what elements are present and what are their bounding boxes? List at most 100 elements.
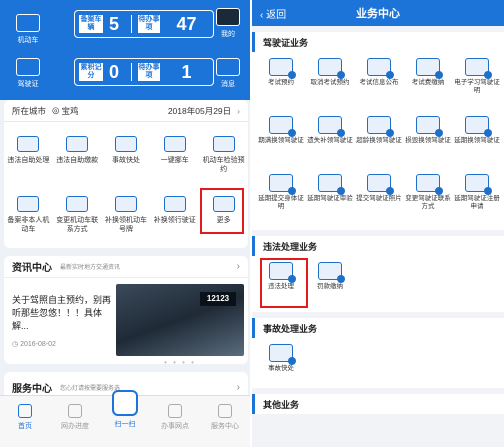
service-row2-2[interactable]: 补换领机动车号牌 xyxy=(102,196,151,234)
sec1-item-1-icon xyxy=(318,58,345,79)
car-todo-count: 47 xyxy=(176,13,197,34)
license-entry[interactable]: 驾驶证 xyxy=(8,58,48,89)
sec2-item-0-label: 违法处理 xyxy=(268,283,294,290)
service-row1-4[interactable]: 机动车检验预约 xyxy=(199,136,248,174)
bottom-tab-bar: 首页 网办进度 扫一扫 办事网点 服务中心 xyxy=(0,390,250,447)
city-services-card: 所在城市 ◎ 宝鸡 2018年05月29日 › 违法自助处理 违法自助缴款 事故快处… xyxy=(4,100,248,248)
back-button[interactable]: ‹ 返回 xyxy=(252,6,312,21)
message-entry[interactable]: 消息 xyxy=(208,58,248,89)
registered-cars-count: 5 xyxy=(108,13,119,34)
news-header[interactable]: 资讯中心 最新实时地方交通资讯 › xyxy=(4,256,248,278)
service-row-1: 违法自助处理 违法自助缴款 事故快处 一键挪车 机动车检验预约 xyxy=(4,136,248,174)
sec1-item-0-icon xyxy=(269,58,296,79)
sec1-item-0[interactable]: 考试预约 xyxy=(256,58,306,87)
sec1-item-10-icon xyxy=(269,174,296,195)
sec1-item-2[interactable]: 考试信息公布 xyxy=(354,58,404,87)
sec1-item-9[interactable]: 延期换领驾驶证 xyxy=(452,116,502,145)
message-label: 消息 xyxy=(221,81,235,88)
service-row1-3[interactable]: 一键挪车 xyxy=(150,136,199,174)
news-title: 资讯中心 xyxy=(12,263,52,274)
sec1-item-3-icon xyxy=(416,58,443,79)
points-count: 0 xyxy=(108,61,119,82)
sec1-item-13[interactable]: 变更驾驶证联系方式 xyxy=(403,174,453,211)
location-icon: ◎ xyxy=(52,105,60,115)
sec1-item-2-label: 考试信息公布 xyxy=(359,79,399,86)
service-row1-1[interactable]: 违法自助缴款 xyxy=(53,136,102,174)
section-title-accident: 事故处理业务 xyxy=(252,318,504,338)
service-icon xyxy=(218,404,232,418)
sec2-item-1[interactable]: 罚款缴纳 xyxy=(305,262,355,291)
service-row2-2-icon xyxy=(114,196,137,212)
scan-icon xyxy=(112,390,138,416)
sec1-item-11[interactable]: 延期驾驶证审验 xyxy=(305,174,355,203)
section-title-other: 其他业务 xyxy=(252,394,504,414)
license-icon xyxy=(16,58,40,76)
service-row1-0[interactable]: 违法自助处理 xyxy=(4,136,53,174)
registered-cars-label: 备案车辆 xyxy=(79,15,103,33)
clock-icon: ◷ xyxy=(12,341,21,348)
my-entry[interactable]: 我的 xyxy=(208,8,248,39)
license-services-grid: 考试预约 取消考试预约 考试信息公布 考试费缴纳 电子学习驾驶证明期满换领驾驶证 遗失补领… xyxy=(252,52,504,230)
news-photo[interactable]: 12123 xyxy=(116,284,244,356)
sec1-item-3[interactable]: 考试费缴纳 xyxy=(403,58,453,87)
news-date-row: ◷ 2016-08-02 xyxy=(12,340,56,348)
sec1-item-7[interactable]: 超龄换领驾驶证 xyxy=(354,116,404,145)
tab-home[interactable]: 首页 xyxy=(0,396,50,447)
sec1-item-12-label: 提交驾驶证照片 xyxy=(356,195,402,202)
sec1-item-3-label: 考试费缴纳 xyxy=(411,79,445,86)
sec1-item-8-icon xyxy=(416,116,443,137)
sec1-item-4[interactable]: 电子学习驾驶证明 xyxy=(452,58,502,95)
tab-scan[interactable]: 扫一扫 xyxy=(100,390,150,447)
business-center-screen: ‹ 返回 业务中心 驾驶证业务 考试预约 取消考试预约 考试信息公布 考试费缴纳 电子学… xyxy=(252,0,504,447)
sec1-item-1-label: 取消考试预约 xyxy=(310,79,350,86)
sec1-item-14-icon xyxy=(465,174,492,195)
sec1-item-10[interactable]: 延期提交身体证明 xyxy=(256,174,306,211)
tab-service[interactable]: 服务中心 xyxy=(200,396,250,447)
service-row2-1[interactable]: 变更机动车联系方式 xyxy=(53,196,102,234)
city-row[interactable]: 所在城市 ◎ 宝鸡 2018年05月29日 › xyxy=(4,100,248,122)
service-row2-3-label: 补换领行驶证 xyxy=(153,217,196,224)
sec1-item-1[interactable]: 取消考试预约 xyxy=(305,58,355,87)
violation-services-grid: 违法处理 罚款缴纳 xyxy=(252,256,504,312)
license-todo-label: 待办事项 xyxy=(138,63,160,81)
sec1-item-5[interactable]: 期满换领驾驶证 xyxy=(256,116,306,145)
city-name: 宝鸡 xyxy=(61,105,79,116)
section-title-violation: 违法处理业务 xyxy=(252,236,504,256)
sec1-item-14[interactable]: 延期驾驶证注册申请 xyxy=(452,174,502,211)
service-row1-4-label: 机动车检验预约 xyxy=(202,157,245,173)
service-subtitle: 您心灯请按需要服务选 xyxy=(60,385,121,392)
sec1-item-5-icon xyxy=(269,116,296,137)
license-plate-summary[interactable]: 累积记分 0 待办事项 1 xyxy=(74,58,214,86)
city-label: 所在城市 xyxy=(12,105,47,116)
sec1-item-8[interactable]: 损毁换领驾驶证 xyxy=(403,116,453,145)
sec1-item-2-icon xyxy=(367,58,394,79)
tab-progress[interactable]: 网办进度 xyxy=(50,396,100,447)
car-plate-summary[interactable]: 备案车辆 5 待办事项 47 xyxy=(74,10,214,38)
sec1-item-12[interactable]: 提交驾驶证照片 xyxy=(354,174,404,203)
service-row1-2[interactable]: 事故快处 xyxy=(102,136,151,174)
service-row1-3-label: 一键挪车 xyxy=(160,157,189,164)
service-row1-0-icon xyxy=(17,136,40,152)
tab-outlets[interactable]: 办事网点 xyxy=(150,396,200,447)
points-label: 累积记分 xyxy=(79,63,103,81)
car-icon xyxy=(16,14,40,32)
sec3-item-0-icon xyxy=(269,344,296,365)
chevron-right-icon: › xyxy=(236,261,240,272)
service-row1-3-icon xyxy=(163,136,186,152)
sec1-item-6[interactable]: 遗失补领驾驶证 xyxy=(305,116,355,145)
sec1-item-0-label: 考试预约 xyxy=(268,79,294,86)
news-date: 2016-08-02 xyxy=(20,341,56,348)
service-row1-2-icon xyxy=(114,136,137,152)
service-row1-4-icon xyxy=(212,136,235,152)
sec3-item-0[interactable]: 事故快处 xyxy=(256,344,306,373)
license-label: 驾驶证 xyxy=(17,81,39,88)
sec2-item-0[interactable]: 违法处理 xyxy=(256,262,306,291)
home-header: 机动车 驾驶证 我的 消息 备案车辆 5 待办事项 47 累积记分 0 待办事项… xyxy=(0,0,250,100)
sec1-item-7-label: 超龄换领驾驶证 xyxy=(356,137,402,144)
service-row2-0[interactable]: 备案非本人机动车 xyxy=(4,196,53,234)
service-row2-3[interactable]: 补换领行驶证 xyxy=(150,196,199,234)
car-entry[interactable]: 机动车 xyxy=(8,14,48,45)
service-row1-1-icon xyxy=(66,136,89,152)
news-article-text[interactable]: 关于驾照自主预约，别再听那些忽悠！！！具体解... xyxy=(12,294,112,333)
sec1-item-10-label: 延期提交身体证明 xyxy=(258,195,304,210)
